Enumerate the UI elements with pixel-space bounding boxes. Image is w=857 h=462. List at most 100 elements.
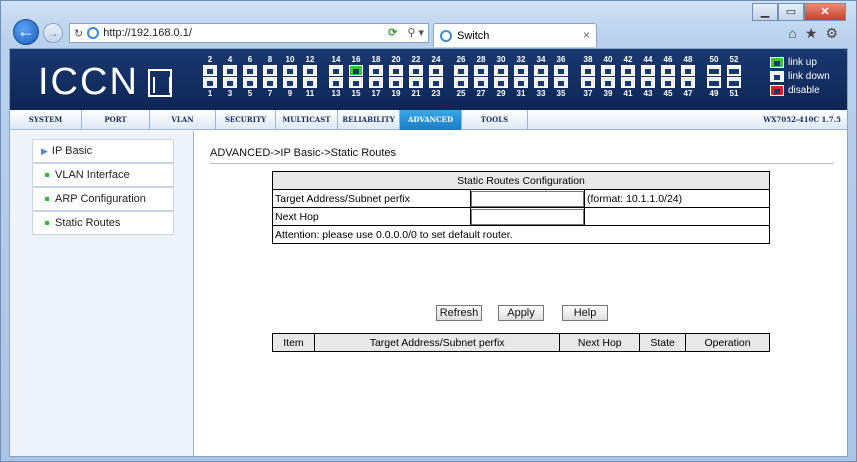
port-number: 1: [207, 89, 213, 98]
port-44-icon[interactable]: [641, 65, 655, 76]
port-4-icon[interactable]: [223, 65, 237, 76]
port-26-icon[interactable]: [454, 65, 468, 76]
address-bar[interactable]: ↻ http://192.168.0.1/ ⟳ ⚲ ▾: [69, 23, 429, 43]
back-button[interactable]: ←: [13, 19, 39, 45]
legend-link-down: link down: [770, 69, 830, 83]
port-16-icon[interactable]: [349, 65, 363, 76]
port-6-icon[interactable]: [243, 65, 257, 76]
port-1-icon[interactable]: [203, 77, 217, 88]
port-52-icon[interactable]: [727, 65, 741, 76]
port-column: 38 37: [578, 55, 598, 98]
port-28-icon[interactable]: [474, 65, 488, 76]
menu-port[interactable]: PORT: [82, 110, 150, 130]
port-11-icon[interactable]: [303, 77, 317, 88]
port-50-icon[interactable]: [707, 65, 721, 76]
port-46-icon[interactable]: [661, 65, 675, 76]
port-37-icon[interactable]: [581, 77, 595, 88]
port-43-icon[interactable]: [641, 77, 655, 88]
port-3-icon[interactable]: [223, 77, 237, 88]
menu-system[interactable]: SYSTEM: [10, 110, 82, 130]
port-38-icon[interactable]: [581, 65, 595, 76]
sidebar-item-arp-configuration[interactable]: ARP Configuration: [32, 187, 174, 211]
port-45-icon[interactable]: [661, 77, 675, 88]
port-number: 25: [456, 89, 466, 98]
port-42-icon[interactable]: [621, 65, 635, 76]
search-icon[interactable]: ⚲ ▾: [407, 26, 424, 39]
port-9-icon[interactable]: [283, 77, 297, 88]
port-up-icon: [770, 56, 784, 68]
port-51-icon[interactable]: [727, 77, 741, 88]
forward-button[interactable]: →: [43, 23, 63, 43]
port-10-icon[interactable]: [283, 65, 297, 76]
port-7-icon[interactable]: [263, 77, 277, 88]
port-41-icon[interactable]: [621, 77, 635, 88]
port-39-icon[interactable]: [601, 77, 615, 88]
port-8-icon[interactable]: [263, 65, 277, 76]
port-33-icon[interactable]: [534, 77, 548, 88]
port-number: 35: [556, 89, 566, 98]
close-window-button[interactable]: ✕: [804, 3, 846, 21]
sidebar-item-static-routes[interactable]: Static Routes: [32, 211, 174, 235]
compat-view-icon[interactable]: ⟳: [388, 26, 397, 39]
port-49-icon[interactable]: [707, 77, 721, 88]
port-19-icon[interactable]: [389, 77, 403, 88]
port-13-icon[interactable]: [329, 77, 343, 88]
port-12-icon[interactable]: [303, 65, 317, 76]
port-17-icon[interactable]: [369, 77, 383, 88]
port-47-icon[interactable]: [681, 77, 695, 88]
gear-icon[interactable]: ⚙: [825, 25, 838, 42]
port-30-icon[interactable]: [494, 65, 508, 76]
refresh-button[interactable]: Refresh: [436, 305, 482, 321]
port-5-icon[interactable]: [243, 77, 257, 88]
port-legend: link up link down disable: [770, 55, 830, 97]
port-column: 30 29: [491, 55, 511, 98]
help-button[interactable]: Help: [562, 305, 608, 321]
home-icon[interactable]: ⌂: [788, 25, 796, 42]
port-34-icon[interactable]: [534, 65, 548, 76]
sidebar-item-vlan-interface[interactable]: VLAN Interface: [32, 163, 174, 187]
port-column: 48 47: [678, 55, 698, 98]
port-21-icon[interactable]: [409, 77, 423, 88]
port-column: 12 11: [300, 55, 320, 98]
port-22-icon[interactable]: [409, 65, 423, 76]
minimize-button[interactable]: ▁: [752, 3, 778, 21]
port-18-icon[interactable]: [369, 65, 383, 76]
menu-advanced[interactable]: ADVANCED: [400, 110, 462, 130]
next-hop-input[interactable]: [471, 208, 584, 225]
maximize-button[interactable]: ▭: [778, 3, 804, 21]
menu-security[interactable]: SECURITY: [216, 110, 276, 130]
port-40-icon[interactable]: [601, 65, 615, 76]
url-text[interactable]: http://192.168.0.1/: [103, 27, 192, 39]
port-31-icon[interactable]: [514, 77, 528, 88]
port-number: 47: [683, 89, 693, 98]
port-36-icon[interactable]: [554, 65, 568, 76]
port-14-icon[interactable]: [329, 65, 343, 76]
port-2-icon[interactable]: [203, 65, 217, 76]
port-20-icon[interactable]: [389, 65, 403, 76]
apply-button[interactable]: Apply: [498, 305, 544, 321]
refresh-page-icon[interactable]: ↻: [74, 27, 83, 40]
port-24-icon[interactable]: [429, 65, 443, 76]
target-address-label: Target Address/Subnet perfix: [272, 189, 471, 208]
port-number: 38: [583, 55, 593, 64]
menu-tools[interactable]: TOOLS: [462, 110, 528, 130]
port-32-icon[interactable]: [514, 65, 528, 76]
port-48-icon[interactable]: [681, 65, 695, 76]
port-27-icon[interactable]: [474, 77, 488, 88]
target-address-input[interactable]: [471, 190, 584, 207]
port-29-icon[interactable]: [494, 77, 508, 88]
port-column: 34 33: [531, 55, 551, 98]
browser-tab[interactable]: Switch ×: [433, 23, 597, 47]
menu-multicast[interactable]: MULTICAST: [276, 110, 338, 130]
sidebar-item-ip-basic[interactable]: ▶ IP Basic: [32, 139, 174, 163]
port-15-icon[interactable]: [349, 77, 363, 88]
tab-close-icon[interactable]: ×: [583, 28, 590, 42]
sidebar: ▶ IP Basic VLAN Interface ARP Configurati…: [10, 131, 194, 456]
port-35-icon[interactable]: [554, 77, 568, 88]
menu-reliability[interactable]: RELIABILITY: [338, 110, 400, 130]
format-hint: (format: 10.1.1.0/24): [584, 189, 770, 208]
menu-vlan[interactable]: VLAN: [150, 110, 216, 130]
port-25-icon[interactable]: [454, 77, 468, 88]
star-icon[interactable]: ★: [805, 25, 818, 42]
port-23-icon[interactable]: [429, 77, 443, 88]
